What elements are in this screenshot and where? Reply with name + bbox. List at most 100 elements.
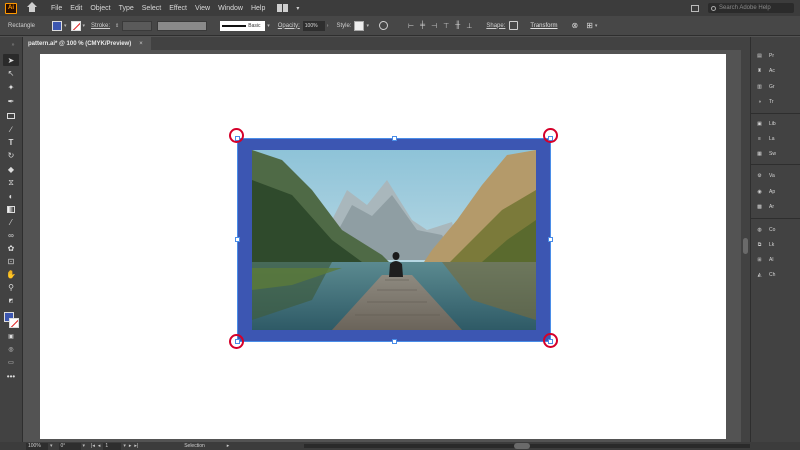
scroll-thumb[interactable] [514,443,530,449]
menu-effect[interactable]: Effect [169,5,187,12]
panel-tab[interactable]: ▩ Ar [755,202,774,211]
menu-select[interactable]: Select [142,5,161,12]
chevron-down-icon[interactable]: ▾ [296,5,299,12]
last-artboard-icon[interactable]: ▸| [134,443,138,449]
gradient-tool-icon[interactable] [6,205,16,214]
align-top-icon[interactable]: ⊤ [443,22,449,30]
magic-wand-tool-icon[interactable]: ✦ [6,83,16,92]
width-tool-icon[interactable]: ⧖ [6,178,16,187]
panel-tab[interactable]: ▣ Lib [755,119,776,128]
artboard-tool-icon[interactable]: ⊡ [6,257,16,266]
panel-tab[interactable]: ▤ Pr [755,51,774,60]
chevron-down-icon[interactable]: ▾ [267,23,270,29]
artboard-number-input[interactable]: 1 [103,442,122,450]
resize-handle-bottom[interactable] [392,339,397,344]
shape-label[interactable]: Shape: [486,23,505,29]
menu-help[interactable]: Help [251,5,265,12]
resize-handle-top[interactable] [392,136,397,141]
draw-mode-icon[interactable]: ◎ [6,345,16,354]
shape-builder-tool-icon[interactable]: ◐ [6,192,16,201]
first-artboard-icon[interactable]: |◂ [91,443,95,449]
direct-selection-tool-icon[interactable]: ↖ [6,69,16,78]
menu-type[interactable]: Type [119,5,134,12]
panel-tab[interactable]: ▥ Gr [755,82,774,91]
eyedropper-tool-icon[interactable]: ⁄ [6,218,16,227]
chevron-down-icon[interactable]: ▾ [123,443,126,449]
stroke-weight-stepper-icon[interactable]: ⇕ [115,23,119,29]
more-tools-icon[interactable]: ••• [6,372,16,381]
previous-artboard-icon[interactable]: ◂ [98,443,101,449]
align-vcenter-icon[interactable]: ╫ [455,22,460,30]
resize-handle-right[interactable] [548,237,553,242]
stroke-color-swatch[interactable] [9,318,19,328]
workspace-switcher-icon[interactable] [277,4,293,12]
panel-tab[interactable]: ⚙ Va [755,171,775,180]
document-tab[interactable]: pattern.ai* @ 100 % (CMYK/Preview) × [23,37,151,50]
chevron-down-icon[interactable]: ▾ [83,443,86,449]
menu-view[interactable]: View [195,5,210,12]
stroke-swatch[interactable] [70,20,81,31]
panel-tab[interactable]: ◑ Tr [755,97,774,106]
transform-link[interactable]: Transform [530,23,557,29]
zoom-input[interactable]: 100% [26,442,48,450]
type-tool-icon[interactable]: T [6,138,16,147]
restore-window-icon[interactable] [691,4,699,12]
menu-edit[interactable]: Edit [70,5,82,12]
blend-tool-icon[interactable]: ∞ [6,231,16,240]
selection-tool-icon[interactable]: ➤ [3,54,19,66]
zoom-tool-icon[interactable]: ⚲ [6,283,16,292]
paintbrush-tool-icon[interactable]: ∕ [6,125,16,134]
chevron-down-icon[interactable]: ▾ [595,23,598,29]
close-icon[interactable]: × [139,41,143,47]
menu-object[interactable]: Object [90,5,110,12]
opacity-input[interactable]: 100% [302,20,325,31]
align-left-icon[interactable]: ⊢ [408,22,414,30]
rotation-input[interactable]: 0° [58,442,81,450]
menu-file[interactable]: File [51,5,62,12]
panel-tab[interactable]: ♜ Ac [755,66,775,75]
panel-tab[interactable]: ⧉ Lk [755,240,775,249]
default-fill-stroke-icon[interactable]: ◩ [6,296,16,305]
graphic-style-swatch[interactable] [354,20,365,31]
fill-swatch[interactable] [52,20,62,31]
shape-options-icon[interactable] [509,21,519,30]
symbol-sprayer-tool-icon[interactable]: ✿ [6,244,16,253]
home-icon[interactable] [26,2,38,14]
rectangle-tool-icon[interactable] [6,111,16,120]
chevron-down-icon[interactable]: ▾ [64,23,67,29]
panel-tab[interactable]: ◉ Ap [755,187,775,196]
horizontal-scrollbar[interactable] [304,443,750,449]
scroll-thumb[interactable] [743,238,748,254]
panel-tab[interactable]: ◭ Ch [755,270,776,279]
chevron-right-icon[interactable]: › [327,23,329,29]
panel-collapse-icon[interactable]: » [8,40,18,49]
isolate-group-icon[interactable]: ⊗ [572,21,579,30]
panel-tab[interactable]: ▦ Sw [755,149,776,158]
color-mode-icon[interactable]: ▣ [6,332,16,341]
rotate-tool-icon[interactable]: ↻ [6,151,16,160]
recolor-artwork-icon[interactable] [378,21,388,30]
next-artboard-icon[interactable]: ▸ [129,443,132,449]
select-similar-icon[interactable]: ⊞ [586,21,593,30]
panel-tab[interactable]: ≡ La [755,134,775,143]
stroke-label[interactable]: Stroke: [91,23,110,29]
chevron-down-icon[interactable]: ▾ [83,23,86,29]
panel-tab[interactable]: ◍ Co [755,225,775,234]
hand-tool-icon[interactable]: ✋ [6,270,16,279]
eraser-tool-icon[interactable]: ◆ [6,165,16,174]
stroke-weight-input[interactable] [122,20,153,31]
panel-tab[interactable]: ⊞ Al [755,255,773,264]
chevron-down-icon[interactable]: ▾ [50,443,53,449]
placed-photo[interactable] [252,150,536,330]
screen-mode-icon[interactable]: ▭ [6,358,16,367]
align-bottom-icon[interactable]: ⊥ [466,22,472,30]
vertical-scrollbar[interactable] [741,50,750,442]
search-input[interactable]: Search Adobe Help [708,3,794,13]
align-right-icon[interactable]: ⊣ [431,22,437,30]
resize-handle-left[interactable] [235,237,240,242]
align-hcenter-icon[interactable]: ╪ [420,22,425,30]
status-menu-icon[interactable]: ▸ [227,443,230,449]
variable-width-profile[interactable] [157,20,208,31]
pen-tool-icon[interactable]: ✒ [6,97,16,106]
chevron-down-icon[interactable]: ▾ [366,23,369,29]
